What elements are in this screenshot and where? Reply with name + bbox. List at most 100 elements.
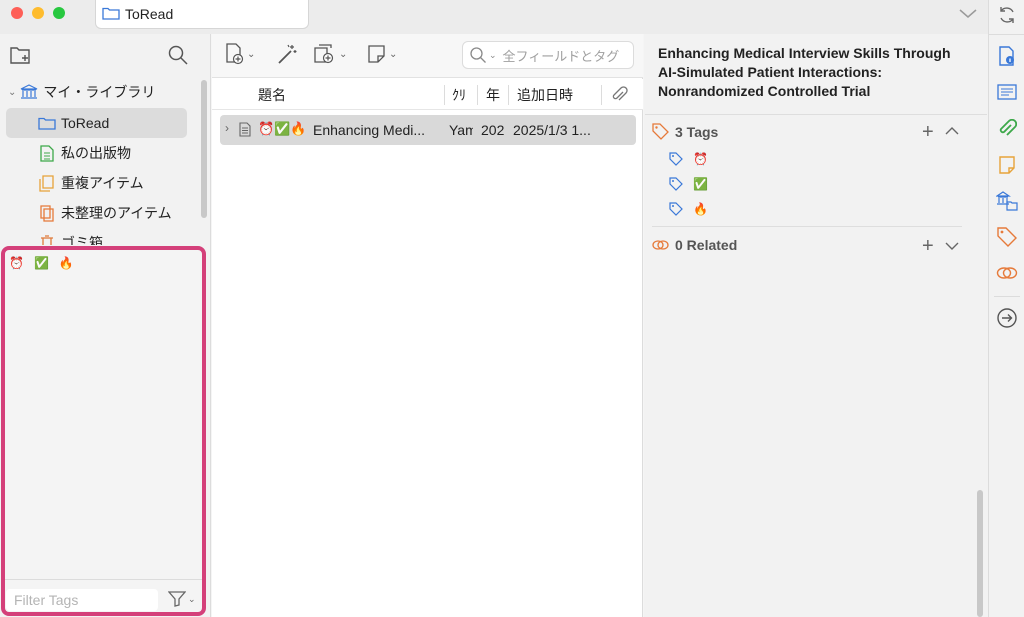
add-attachment-button[interactable]: ⌄ [313,43,347,65]
sidebar-item-trash[interactable]: ゴミ箱 [38,229,198,245]
add-related-button[interactable]: + [922,235,934,258]
tab-label: ToRead [125,6,174,22]
tag-filter-button[interactable]: ⌄ [168,591,196,607]
tag-label: ✅ [693,177,708,191]
search-input[interactable]: ⌄ 全フィールドとタグ [462,41,634,69]
sync-icon[interactable] [996,4,1018,26]
folder-icon [102,6,120,23]
tags-icon[interactable] [996,226,1018,248]
column-year[interactable]: 年 [486,79,500,110]
document-icon [38,144,56,162]
library-root[interactable]: ⌄ マイ・ライブラリ [8,78,208,106]
related-count-label: 0 Related [675,237,738,253]
filter-tags-input[interactable]: Filter Tags [6,589,158,611]
search-placeholder: 全フィールドとタグ [502,48,620,64]
chevron-right-icon[interactable]: › [225,121,229,135]
tag-icon [669,177,683,191]
magic-wand-icon[interactable] [276,44,298,69]
tag-row[interactable]: 🔥 [669,199,729,219]
table-row[interactable]: › ⏰✅🔥 Enhancing Medi... Yam 202 2025/1/3… [220,115,636,145]
column-divider [508,85,509,105]
item-detail-title[interactable]: Enhancing Medical Interview Skills Throu… [658,44,968,101]
divider [652,226,962,227]
detail-scrollbar[interactable] [977,490,983,617]
divider [989,34,1024,35]
info-icon[interactable] [996,45,1018,67]
tag-icon [669,152,683,166]
new-collection-icon[interactable] [9,44,33,69]
chevron-down-icon: ⌄ [339,48,348,60]
sidebar-item-label: 重複アイテム [61,175,144,191]
tags-count-label: 3 Tags [675,123,719,140]
tags-section-header[interactable]: 3 Tags [652,123,718,140]
chevron-down-icon: ⌄ [389,48,398,60]
tag-chip[interactable]: ✅ [34,256,49,270]
folder-icon [38,114,56,132]
library-root-label: マイ・ライブラリ [43,84,156,100]
collections-scrollbar[interactable] [201,80,207,218]
sidebar-item-label: 未整理のアイテム [61,205,172,221]
related-icon [652,240,669,250]
trash-icon [38,235,56,245]
note-icon [368,45,385,63]
related-section-header[interactable]: 0 Related [652,237,737,253]
minimize-window-button[interactable] [32,7,44,19]
new-note-button[interactable]: ⌄ [367,43,397,65]
column-date-added[interactable]: 追加日時 [517,79,573,110]
sidebar-item-toread[interactable]: ToRead [38,109,238,137]
tag-row[interactable]: ✅ [669,174,729,194]
unfiled-icon [38,204,56,222]
item-detail-pane [644,34,988,617]
tag-chip[interactable]: ⏰ [9,256,24,270]
item-date-added: 2025/1/3 1... [513,122,591,138]
item-creator: Yam [449,122,473,138]
column-header: 題名 ｸﾘ 年 追加日時 [212,79,643,110]
tag-icon [669,202,683,216]
column-divider [477,85,478,105]
item-year: 202 [481,122,505,138]
item-title: Enhancing Medi... [313,122,426,138]
new-item-button[interactable]: ⌄ [225,43,255,65]
item-emojis: ⏰✅🔥 [258,121,307,136]
sidebar-item-label: ゴミ箱 [61,235,103,245]
column-title[interactable]: 題名 [258,79,286,110]
column-divider [601,85,602,105]
tag-chip[interactable]: 🔥 [59,256,74,270]
sidebar-item-unfiled[interactable]: 未整理のアイテム [38,199,238,227]
chevron-down-icon: ⌄ [489,49,497,60]
divider [645,114,987,115]
search-icon[interactable] [167,44,189,69]
tag-row[interactable]: ⏰ [669,149,729,169]
chevron-up-icon[interactable] [945,124,959,140]
tag-list: ⏰ ✅ 🔥 [9,256,74,270]
close-window-button[interactable] [11,7,23,19]
tab-toread[interactable]: ToRead [95,0,309,29]
duplicate-icon [38,174,56,192]
chevron-down-icon[interactable] [958,6,978,23]
chevron-down-icon: ⌄ [188,593,196,604]
column-creator[interactable]: ｸﾘ [452,79,472,110]
filter-icon [168,591,186,607]
attachments-icon[interactable] [996,118,1018,140]
new-item-icon [226,43,244,65]
zoom-window-button[interactable] [53,7,65,19]
chevron-down-icon[interactable] [945,239,959,255]
locate-icon[interactable] [996,307,1018,329]
attachment-column-icon[interactable] [610,79,628,110]
divider [5,579,202,580]
sidebar-item-label: 私の出版物 [61,145,131,161]
chevron-down-icon: ⌄ [247,48,256,60]
sidebar-item-duplicates[interactable]: 重複アイテム [38,169,238,197]
document-icon [239,122,251,140]
related-icon[interactable] [996,262,1018,284]
column-divider [444,85,445,105]
libraries-collections-icon[interactable] [996,190,1018,212]
divider [994,296,1020,297]
sidebar-item-my-publications[interactable]: 私の出版物 [38,139,238,167]
abstract-icon[interactable] [996,81,1018,103]
tag-selector [1,246,206,616]
tag-label: 🔥 [693,202,708,216]
notes-icon[interactable] [996,154,1018,176]
attachment-icon [314,44,334,64]
add-tag-button[interactable]: + [922,121,934,144]
